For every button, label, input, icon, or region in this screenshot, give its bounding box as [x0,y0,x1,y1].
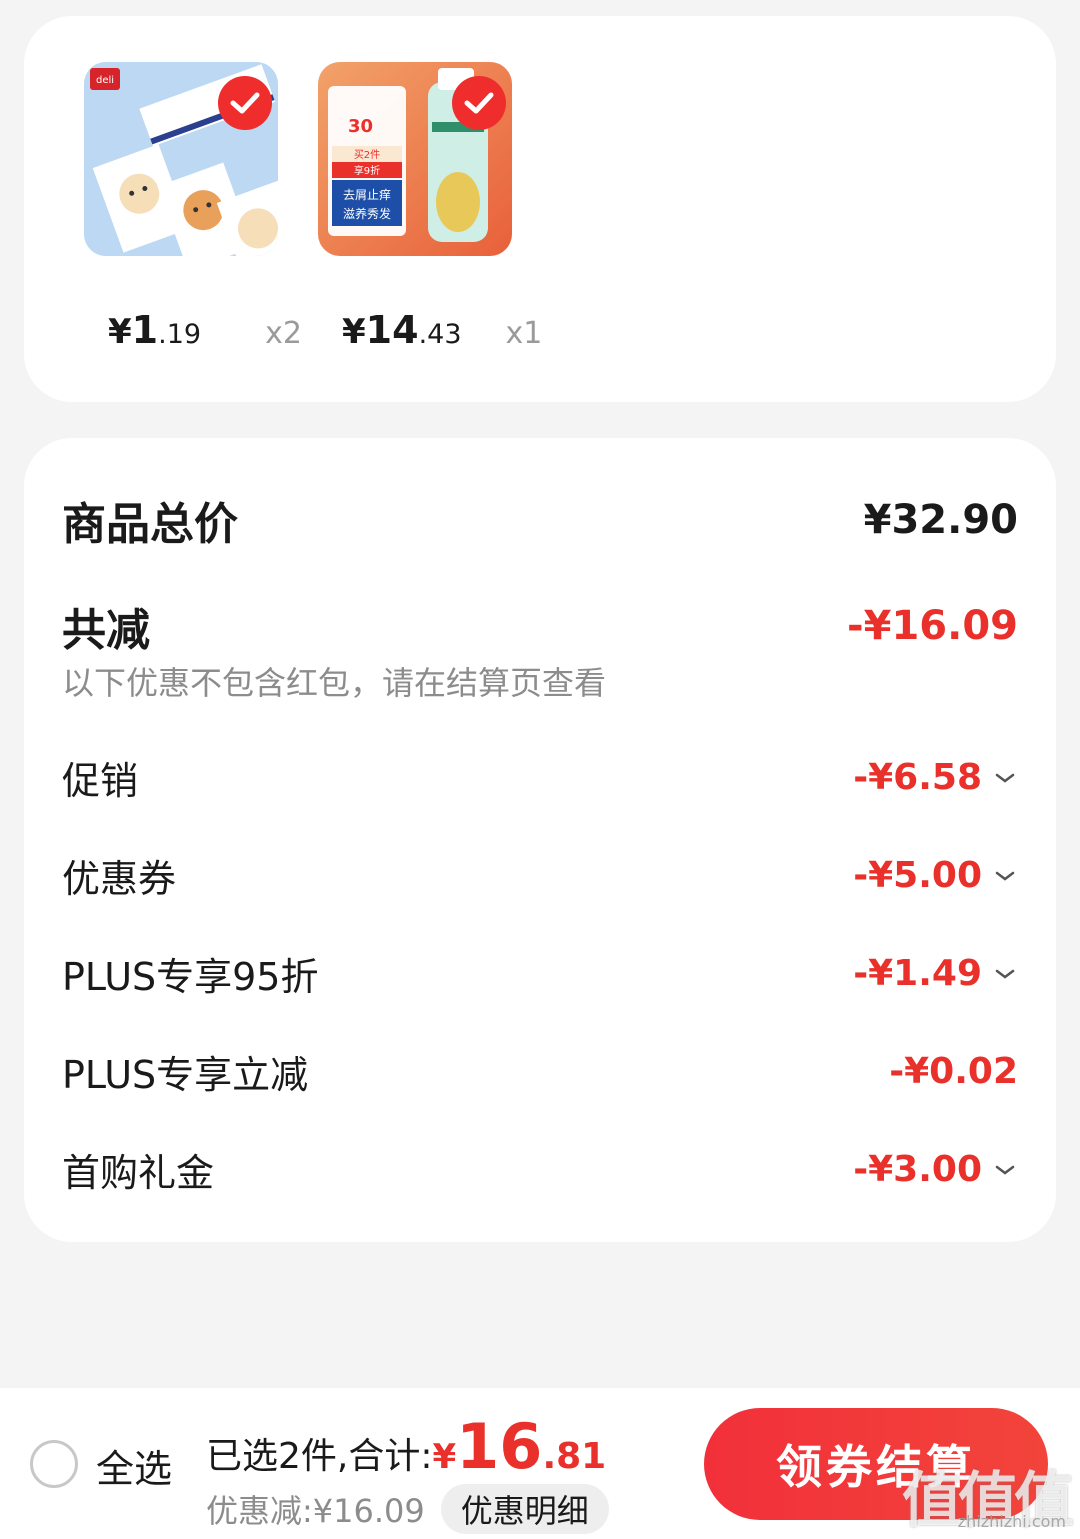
discount-value-wrap: -¥0.02 [889,1051,1018,1092]
product-1[interactable]: deli [84,62,278,256]
reduce-value: -¥16.09 [847,603,1018,649]
discount-value-wrap: -¥6.58 [853,757,1018,798]
total-label: 商品总价 [62,499,238,550]
discount-row-plus-instant: PLUS专享立减 -¥0.02 [62,1044,1018,1099]
promo-30: 30 [348,116,373,137]
selected-products-card: deli 30 买2件 享9折 去屑止痒 滋养秀发 ¥ 1 .19 x2 ¥ 1… [24,16,1056,402]
discount-detail-button[interactable]: 优惠明细 [440,1484,609,1534]
chevron-down-icon[interactable] [992,961,1018,987]
discount-value: -¥6.58 [853,757,982,798]
price-decimal: .19 [158,319,202,350]
reduce-row: 共减 -¥16.09 [62,594,1018,658]
discount-line: 优惠减:¥16.09 优惠明细 [206,1484,609,1534]
product-1-quantity: x2 [265,316,302,351]
discount-row-plus-95[interactable]: PLUS专享95折 -¥1.49 [62,946,1018,1001]
product-2-image[interactable]: 30 买2件 享9折 去屑止痒 滋养秀发 [318,62,512,256]
total-price: ¥ 16 .81 [432,1410,606,1483]
discount-note: 以下优惠不包含红包，请在结算页查看 [62,664,607,702]
chevron-down-icon[interactable] [992,765,1018,791]
checkout-bar: 全选 已选2件,合计: ¥ 16 .81 优惠减:¥16.09 优惠明细 领券结… [0,1388,1080,1539]
discount-label: PLUS专享立减 [62,1053,309,1097]
product-2[interactable]: 30 买2件 享9折 去屑止痒 滋养秀发 [318,62,512,256]
discount-value-wrap: -¥1.49 [853,953,1018,994]
watermark-site: zhizhizhi.com [957,1512,1066,1531]
promo-line1: 去屑止痒 [343,187,391,202]
currency-symbol: ¥ [342,312,366,352]
product-2-price-row: ¥ 14 .43 x1 [342,308,542,358]
cart-summary-page: deli 30 买2件 享9折 去屑止痒 滋养秀发 ¥ 1 .19 x2 ¥ 1… [0,0,1080,1539]
deli-logo-text: deli [96,75,114,86]
discount-row-first-purchase[interactable]: 首购礼金 -¥3.00 [62,1142,1018,1197]
discount-total-text: 优惠减:¥16.09 [206,1492,425,1530]
discount-label: 首购礼金 [62,1151,215,1195]
product-1-price-row: ¥ 1 .19 x2 [108,308,302,358]
discount-value-wrap: -¥3.00 [853,1149,1018,1190]
total-value: ¥32.90 [863,497,1018,543]
promo-buy2: 买2件 [354,149,380,161]
currency-symbol: ¥ [432,1437,457,1477]
discount-label: 促销 [62,759,139,803]
total-line: 已选2件,合计: ¥ 16 .81 [206,1410,606,1483]
price-integer: 16 [456,1410,543,1483]
discount-value: -¥1.49 [853,953,982,994]
product-2-price: ¥ 14 .43 [342,308,462,352]
product-1-price: ¥ 1 .19 [108,308,201,352]
product-1-image[interactable]: deli [84,62,278,256]
discount-row-coupon[interactable]: 优惠券 -¥5.00 [62,848,1018,903]
selected-check-icon[interactable] [452,76,506,130]
total-row: 商品总价 ¥32.90 [62,488,1018,552]
price-decimal: .81 [542,1436,607,1477]
select-all-radio[interactable] [30,1440,78,1488]
select-all-label[interactable]: 全选 [96,1438,172,1493]
discount-row-promotion[interactable]: 促销 -¥6.58 [62,750,1018,805]
selected-check-icon[interactable] [218,76,272,130]
price-summary-card: 商品总价 ¥32.90 共减 -¥16.09 以下优惠不包含红包，请在结算页查看… [24,438,1056,1242]
promo-discount: 享9折 [354,164,380,177]
reduce-label: 共减 [62,605,150,656]
chevron-down-icon[interactable] [992,1157,1018,1183]
discount-label: PLUS专享95折 [62,955,319,999]
discount-value-wrap: -¥5.00 [853,855,1018,896]
discount-value: -¥3.00 [853,1149,982,1190]
discount-value: -¥5.00 [853,855,982,896]
price-integer: 1 [131,308,159,352]
selected-count-label: 已选2件,合计: [206,1436,433,1477]
discount-label: 优惠券 [62,857,177,901]
discount-value: -¥0.02 [889,1051,1018,1092]
product-2-quantity: x1 [505,316,543,351]
price-decimal: .43 [418,319,462,350]
promo-line2: 滋养秀发 [343,206,391,221]
chevron-down-icon[interactable] [992,863,1018,889]
price-integer: 14 [365,308,419,352]
currency-symbol: ¥ [108,312,132,352]
